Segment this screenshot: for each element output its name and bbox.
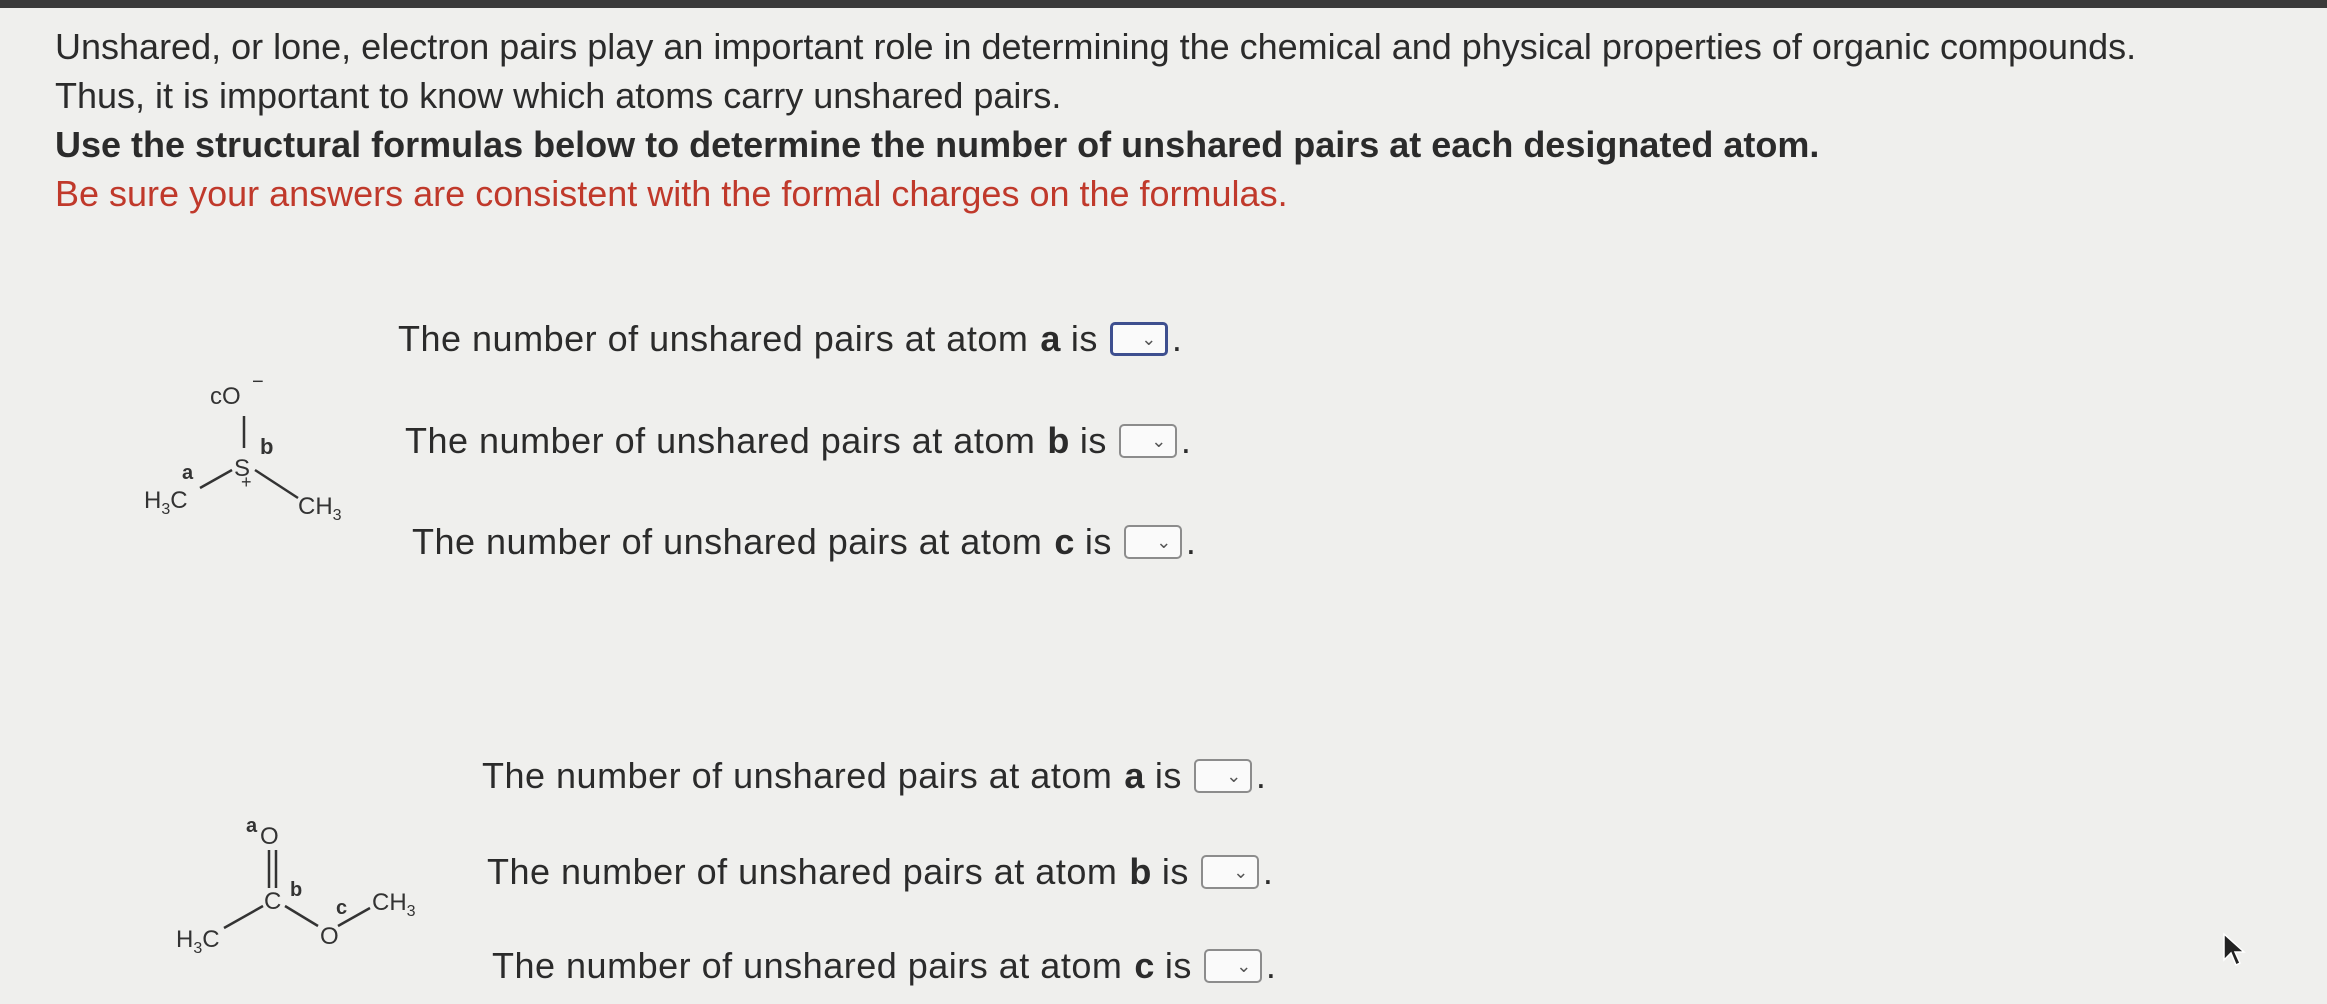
intro-line-1: Unshared, or lone, electron pairs play a… bbox=[55, 26, 2137, 67]
answer-dropdown-1c[interactable]: ⌄ bbox=[1123, 525, 1182, 559]
h3c-group: H3C bbox=[176, 926, 220, 957]
warning: Be sure your answers are consistent with… bbox=[55, 173, 1288, 214]
instruction: Use the structural formulas below to det… bbox=[55, 124, 1820, 165]
molecule-2-structure: a O C b c O CH3 H3C bbox=[176, 815, 416, 957]
chevron-down-icon: ⌄ bbox=[1156, 532, 1172, 552]
chevron-down-icon: ⌄ bbox=[1236, 956, 1252, 976]
chevron-down-icon: ⌄ bbox=[1151, 431, 1167, 451]
intro-line-2: Thus, it is important to know which atom… bbox=[55, 75, 1062, 116]
q1-atom-a: The number of unshared pairs at atom a is … bbox=[398, 318, 1183, 359]
carbonyl-oxygen: O bbox=[260, 823, 279, 850]
q2-atom-b: The number of unshared pairs at atom b is … bbox=[487, 851, 1274, 892]
q1-atom-b: The number of unshared pairs at atom b is … bbox=[405, 420, 1192, 461]
atom-a-label: a bbox=[246, 815, 258, 837]
atom-b-label: b bbox=[290, 879, 302, 901]
atom-a-label: a bbox=[182, 462, 194, 484]
atom-b-label: b bbox=[260, 434, 273, 459]
top-bar bbox=[0, 0, 2327, 8]
mouse-pointer-icon bbox=[2223, 932, 2246, 967]
intro-text: Unshared, or lone, electron pairs play a… bbox=[55, 22, 2295, 218]
ch3-group: CH3 bbox=[372, 889, 416, 920]
h3c-group: H3C bbox=[144, 487, 188, 518]
atom-c-label: c bbox=[336, 897, 347, 919]
q2-atom-c: The number of unshared pairs at atom c is … bbox=[492, 945, 1277, 986]
molecule-1-structure: cO − b a S + H3C CH3 bbox=[144, 371, 342, 524]
answer-dropdown-1a[interactable]: ⌄ bbox=[1109, 322, 1168, 356]
minus-charge: − bbox=[252, 371, 264, 393]
plus-charge: + bbox=[241, 472, 252, 492]
answer-dropdown-2c[interactable]: ⌄ bbox=[1203, 949, 1262, 983]
chevron-down-icon: ⌄ bbox=[1233, 862, 1249, 882]
answer-dropdown-2b[interactable]: ⌄ bbox=[1200, 855, 1259, 889]
carbonyl-carbon: C bbox=[264, 888, 281, 915]
q2-atom-a: The number of unshared pairs at atom a is … bbox=[482, 755, 1267, 796]
ch3-group: CH3 bbox=[298, 493, 342, 524]
chevron-down-icon: ⌄ bbox=[1226, 766, 1242, 786]
ester-oxygen: O bbox=[320, 923, 339, 950]
answer-dropdown-1b[interactable]: ⌄ bbox=[1118, 424, 1177, 458]
answer-dropdown-2a[interactable]: ⌄ bbox=[1193, 759, 1252, 793]
q1-atom-c: The number of unshared pairs at atom c is … bbox=[412, 521, 1197, 562]
chevron-down-icon: ⌄ bbox=[1141, 329, 1157, 349]
co-label: cO bbox=[210, 383, 241, 410]
